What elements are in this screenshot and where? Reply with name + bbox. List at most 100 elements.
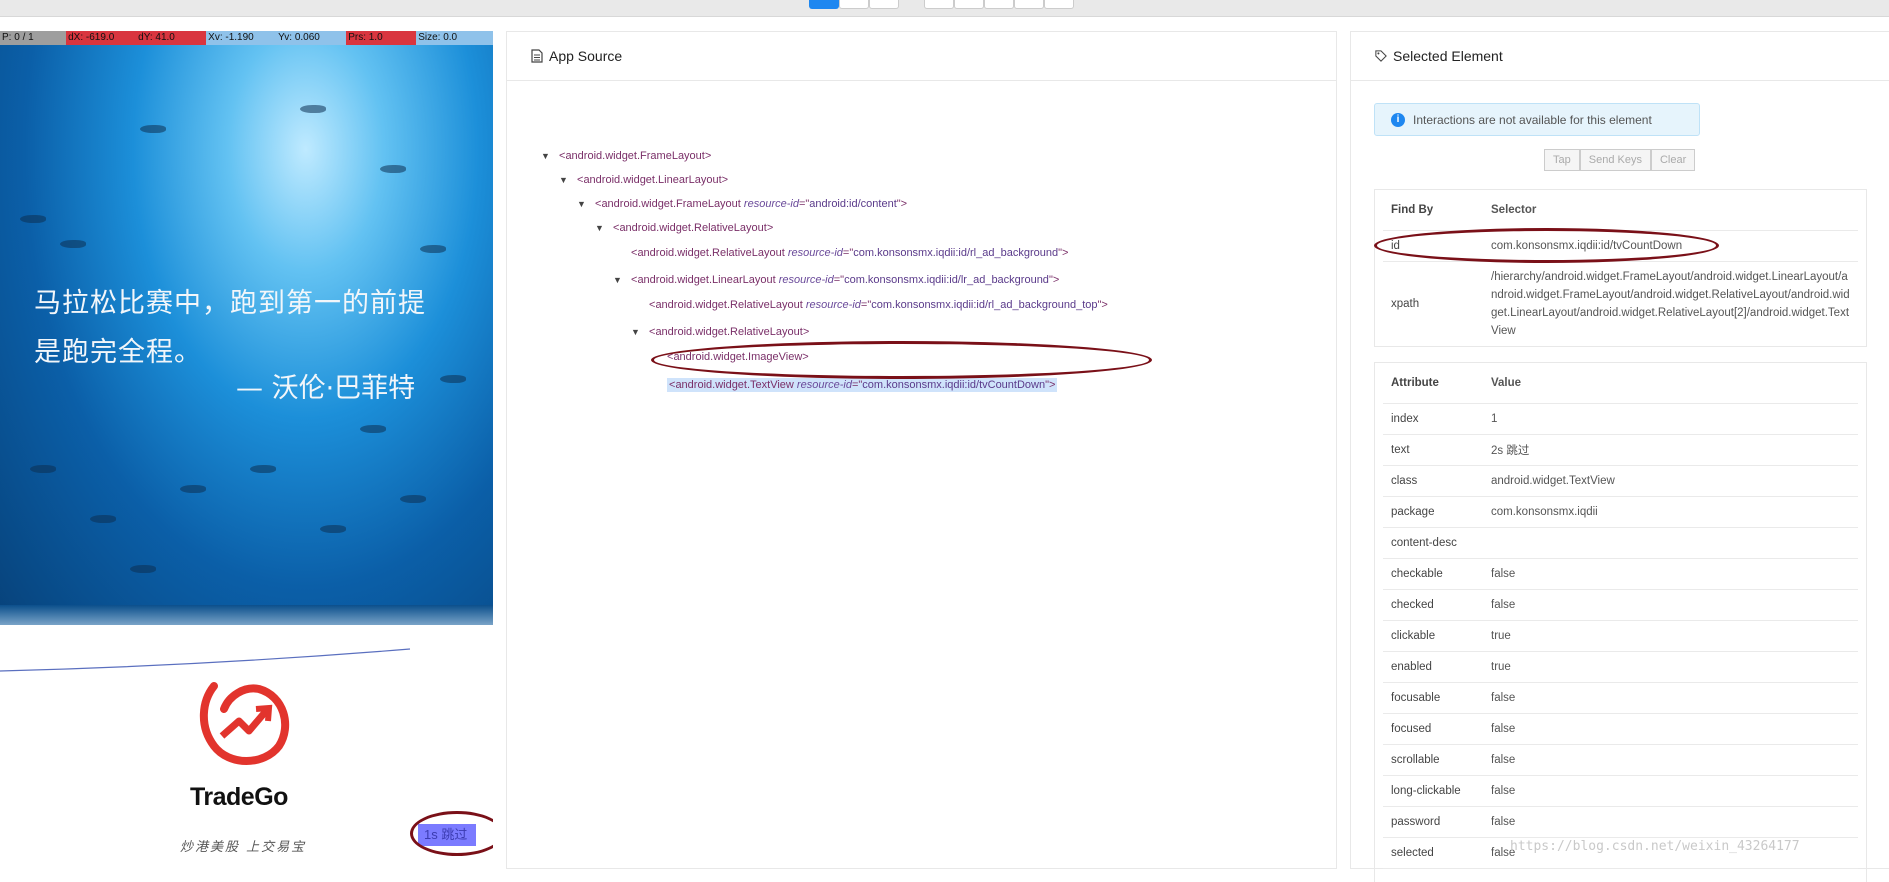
attribute-value: 1 [1491, 413, 1498, 425]
watermark: https://blog.csdn.net/weixin_43264177 [1510, 839, 1800, 854]
app-source-header: App Source [507, 32, 1336, 81]
attribute-header: Attribute [1391, 377, 1439, 389]
node-tag: <android.widget.RelativeLayout> [649, 326, 810, 338]
attribute-value: false [1491, 692, 1516, 704]
attribute-key: selected [1391, 847, 1434, 859]
node-tag-name: android.widget.TextView [675, 379, 794, 391]
node-attr-value: com.konsonsmx.iqdii:id/tvCountDown [862, 379, 1046, 391]
attribute-value: true [1491, 661, 1511, 673]
selected-element-title: Selected Element [1393, 48, 1503, 64]
source-tree-node[interactable]: <android.widget.RelativeLayout resource-… [631, 299, 1108, 311]
toolbar-action-button-1[interactable] [924, 0, 954, 9]
attribute-row: password false [1383, 807, 1858, 838]
find-by-row-id[interactable]: id com.konsonsmx.iqdii:id/tvCountDown [1383, 231, 1858, 262]
node-tag: <android.widget.RelativeLayout resource-… [631, 247, 1069, 259]
attribute-key: scrollable [1391, 754, 1440, 766]
tradego-logo-text: TradeGo [190, 783, 288, 811]
attribute-row: focusable false [1383, 683, 1858, 714]
slogan: 炒港美股 上交易宝 [180, 840, 307, 855]
countdown-skip-button[interactable]: 1s 跳过 [418, 824, 476, 846]
pointer-dy: dY: 41.0 [136, 31, 207, 45]
node-tag-name: android.widget.RelativeLayout [619, 222, 767, 234]
swipe-trace [0, 648, 411, 672]
node-tag-name: android.widget.LinearLayout [637, 274, 776, 286]
node-tag: <android.widget.RelativeLayout> [613, 222, 774, 234]
toolbar-action-button-4[interactable] [1014, 0, 1044, 9]
info-icon: i [1391, 112, 1405, 127]
source-tree-node[interactable]: <android.widget.RelativeLayout resource-… [613, 247, 1068, 259]
interaction-notice: i Interactions are not available for thi… [1374, 103, 1700, 136]
toolbar-mode-button-3[interactable] [869, 0, 899, 9]
attribute-row: enabled true [1383, 652, 1858, 683]
caret-down-icon[interactable]: ▼ [577, 199, 587, 209]
attribute-key: text [1391, 444, 1410, 456]
attribute-value: android.widget.TextView [1491, 475, 1615, 487]
caret-down-icon[interactable]: ▼ [631, 327, 641, 337]
quote-author: — 沃伦·巴菲特 [236, 373, 416, 404]
node-tag: <android.widget.RelativeLayout resource-… [649, 299, 1108, 311]
toolbar-mode-button-2[interactable] [839, 0, 869, 9]
pointer-dx: dX: -619.0 [66, 31, 137, 45]
attribute-value: false [1491, 599, 1516, 611]
attribute-row: focused false [1383, 714, 1858, 745]
pointer-pressure: Prs: 1.0 [346, 31, 417, 45]
node-tag-name: android.widget.FrameLayout [565, 150, 705, 162]
node-tag: <android.widget.FrameLayout> [559, 150, 712, 162]
node-tag-name: android.widget.RelativeLayout [655, 326, 803, 338]
find-by-table: Find By Selector id com.konsonsmx.iqdii:… [1374, 189, 1867, 347]
tap-button[interactable]: Tap [1544, 149, 1580, 171]
source-tree-node[interactable]: ▼ <android.widget.LinearLayout> [559, 174, 728, 186]
toolbar-action-button-3[interactable] [984, 0, 1014, 9]
node-attr-name: resource-id [743, 198, 799, 210]
toolbar-mode-button-1[interactable] [809, 0, 839, 9]
attribute-key: content-desc [1391, 537, 1457, 549]
tradego-logo [199, 682, 290, 765]
attribute-key: focused [1391, 723, 1432, 735]
source-tree-node[interactable]: <android.widget.ImageView> [649, 351, 809, 363]
tag-icon [1375, 50, 1387, 62]
caret-down-icon[interactable]: ▼ [541, 151, 551, 161]
attribute-row: package com.konsonsmx.iqdii [1383, 497, 1858, 528]
pointer-yv: Yv: 0.060 [276, 31, 347, 45]
attribute-key: class [1391, 475, 1418, 487]
caret-down-icon[interactable]: ▼ [613, 275, 623, 285]
find-by-row-xpath[interactable]: xpath /hierarchy/android.widget.FrameLay… [1383, 262, 1858, 346]
toolbar-action-button-2[interactable] [954, 0, 984, 9]
caret-down-icon[interactable]: ▼ [595, 223, 605, 233]
source-tree-node[interactable]: ▼ <android.widget.RelativeLayout> [631, 326, 809, 338]
clear-button[interactable]: Clear [1650, 149, 1696, 171]
source-tree-node[interactable]: ▼ <android.widget.LinearLayout resource-i… [613, 274, 1059, 286]
attribute-value: false [1491, 754, 1516, 766]
attribute-key: index [1391, 413, 1419, 425]
node-tag-name: android.widget.RelativeLayout [637, 247, 785, 259]
attribute-row: content-desc [1383, 528, 1858, 559]
pointer-location-bar: P: 0 / 1 dX: -619.0 dY: 41.0 Xv: -1.190 … [0, 31, 493, 45]
toolbar-action-button-5[interactable] [1044, 0, 1074, 9]
source-tree-node[interactable]: ▼ <android.widget.FrameLayout resource-id… [577, 198, 907, 210]
attribute-row: scrollable false [1383, 745, 1858, 776]
attribute-key: long-clickable [1391, 785, 1461, 797]
attribute-row: index 1 [1383, 404, 1858, 435]
attribute-key: focusable [1391, 692, 1441, 704]
send-keys-button[interactable]: Send Keys [1579, 149, 1651, 171]
attribute-row: checkable false [1383, 559, 1858, 590]
node-tag-name: android.widget.LinearLayout [583, 174, 722, 186]
find-by-value: com.konsonsmx.iqdii:id/tvCountDown [1491, 240, 1683, 252]
source-tree-node[interactable]: <android.widget.TextView resource-id="co… [649, 378, 1058, 392]
find-by-key: xpath [1391, 298, 1420, 310]
device-screenshot[interactable]: P: 0 / 1 dX: -619.0 dY: 41.0 Xv: -1.190 … [0, 31, 493, 869]
app-source-panel: App Source ▼ <android.widget.FrameLayout>… [506, 31, 1337, 869]
pointer-size: Size: 0.0 [416, 31, 493, 45]
source-tree-node[interactable]: ▼ <android.widget.FrameLayout> [541, 150, 711, 162]
find-by-header: Find By [1391, 204, 1434, 216]
caret-down-icon[interactable]: ▼ [559, 175, 569, 185]
node-attr-value: com.konsonsmx.iqdii:id/lr_ad_background [844, 274, 1049, 286]
node-attr-name: resource-id [778, 274, 834, 286]
source-tree-node[interactable]: ▼ <android.widget.RelativeLayout> [595, 222, 773, 234]
node-tag-name: android.widget.FrameLayout [601, 198, 741, 210]
attributes-table: Attribute Value index 1 text 2s 跳过 class andr… [1374, 362, 1867, 882]
app-source-title: App Source [549, 48, 623, 64]
attribute-value: 2s 跳过 [1491, 445, 1530, 457]
attribute-row: long-clickable false [1383, 776, 1858, 807]
attribute-row: clickable true [1383, 621, 1858, 652]
